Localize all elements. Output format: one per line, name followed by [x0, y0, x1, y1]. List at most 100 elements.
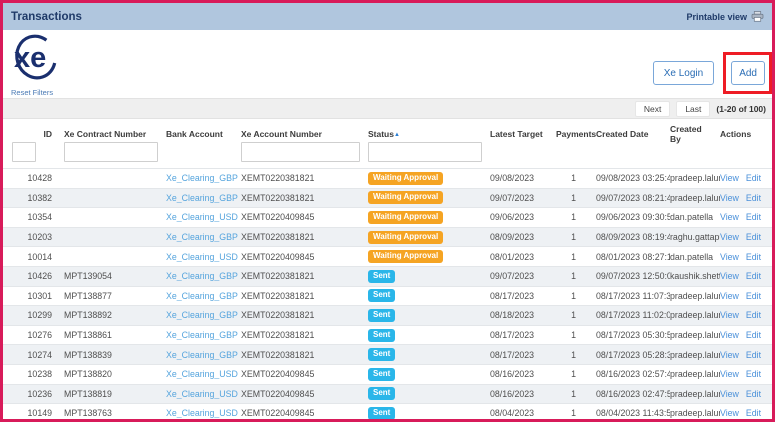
bank-account-link[interactable]: Xe_Clearing_GBP: [166, 330, 238, 340]
cell-created-date: 08/17/2023 11:07:37: [590, 291, 670, 301]
bank-account-link[interactable]: Xe_Clearing_USD: [166, 408, 238, 418]
next-page-button[interactable]: Next: [635, 101, 670, 117]
bank-account-link[interactable]: Xe_Clearing_GBP: [166, 310, 238, 320]
view-link[interactable]: View: [720, 252, 739, 262]
pagination-bar: Next Last (1-20 of 100): [3, 98, 772, 119]
action-buttons: Xe Login Add: [653, 52, 772, 94]
cell-account-number: XEMT0220409845: [241, 252, 368, 262]
view-link[interactable]: View: [720, 310, 739, 320]
svg-text:xe: xe: [14, 42, 46, 74]
cell-id: 10203: [10, 232, 56, 242]
id-filter-input[interactable]: [12, 142, 36, 162]
account-filter-input[interactable]: [241, 142, 360, 162]
cell-account-number: XEMT0220381821: [241, 271, 368, 281]
edit-link[interactable]: Edit: [746, 389, 761, 399]
cell-payments: 1: [556, 291, 590, 301]
reset-filters-link[interactable]: Reset Filters: [11, 88, 53, 97]
view-link[interactable]: View: [720, 193, 739, 203]
bank-account-link[interactable]: Xe_Clearing_GBP: [166, 350, 238, 360]
table-row: 10426 MPT139054 Xe_Clearing_GBP XEMT0220…: [3, 266, 772, 286]
col-header-account[interactable]: Xe Account Number: [241, 129, 368, 139]
view-link[interactable]: View: [720, 173, 739, 183]
cell-id: 10301: [10, 291, 56, 301]
view-link[interactable]: View: [720, 232, 739, 242]
col-header-latest-target[interactable]: Latest Target: [490, 129, 556, 139]
bank-account-link[interactable]: Xe_Clearing_USD: [166, 369, 238, 379]
edit-link[interactable]: Edit: [746, 291, 761, 301]
cell-latest-target: 08/18/2023: [490, 310, 556, 320]
cell-created-by: dan.patella: [670, 212, 720, 222]
bank-account-link[interactable]: Xe_Clearing_USD: [166, 389, 238, 399]
col-header-contract[interactable]: Xe Contract Number: [56, 129, 166, 139]
table-header: ID Xe Contract Number Bank Account Xe Ac…: [3, 124, 772, 142]
add-button[interactable]: Add: [731, 61, 765, 85]
edit-link[interactable]: Edit: [746, 310, 761, 320]
bank-account-link[interactable]: Xe_Clearing_GBP: [166, 232, 238, 242]
cell-created-date: 08/01/2023 08:27:12: [590, 252, 670, 262]
view-link[interactable]: View: [720, 369, 739, 379]
edit-link[interactable]: Edit: [746, 212, 761, 222]
status-badge: Sent: [368, 348, 395, 361]
bank-account-link[interactable]: Xe_Clearing_GBP: [166, 173, 238, 183]
xe-logo-icon: xe: [11, 33, 59, 85]
cell-id: 10149: [10, 408, 56, 418]
pagination-range: (1-20 of 100): [716, 104, 766, 114]
edit-link[interactable]: Edit: [746, 232, 761, 242]
view-link[interactable]: View: [720, 408, 739, 418]
top-section: xe Reset Filters Xe Login Add: [3, 30, 772, 98]
cell-payments: 1: [556, 212, 590, 222]
status-badge: Waiting Approval: [368, 250, 443, 263]
cell-created-date: 08/17/2023 11:02:08: [590, 310, 670, 320]
contract-filter-input[interactable]: [64, 142, 158, 162]
bank-account-link[interactable]: Xe_Clearing_GBP: [166, 193, 238, 203]
status-badge: Sent: [368, 387, 395, 400]
view-link[interactable]: View: [720, 271, 739, 281]
status-badge: Waiting Approval: [368, 211, 443, 224]
cell-created-date: 08/04/2023 11:43:59: [590, 408, 670, 418]
cell-id: 10276: [10, 330, 56, 340]
edit-link[interactable]: Edit: [746, 369, 761, 379]
col-header-payments[interactable]: Payments: [556, 129, 590, 139]
view-link[interactable]: View: [720, 350, 739, 360]
col-header-created-date[interactable]: Created Date: [590, 129, 670, 139]
cell-created-date: 08/16/2023 02:57:40: [590, 369, 670, 379]
printable-view-button[interactable]: Printable view: [686, 11, 764, 22]
status-badge: Sent: [368, 270, 395, 283]
bank-account-link[interactable]: Xe_Clearing_USD: [166, 252, 238, 262]
col-header-bank[interactable]: Bank Account: [166, 129, 241, 139]
table-row: 10299 MPT138892 Xe_Clearing_GBP XEMT0220…: [3, 305, 772, 325]
cell-latest-target: 08/16/2023: [490, 389, 556, 399]
status-badge: Waiting Approval: [368, 191, 443, 204]
col-header-created-by[interactable]: Created By: [670, 124, 720, 144]
cell-latest-target: 08/01/2023: [490, 252, 556, 262]
annotation-highlight-box: Add: [723, 52, 772, 94]
table-body: 10428 Xe_Clearing_GBP XEMT0220381821 Wai…: [3, 168, 772, 422]
edit-link[interactable]: Edit: [746, 173, 761, 183]
col-header-id[interactable]: ID: [10, 129, 56, 139]
edit-link[interactable]: Edit: [746, 408, 761, 418]
edit-link[interactable]: Edit: [746, 350, 761, 360]
cell-created-by: pradeep.lalung: [670, 310, 720, 320]
status-filter-input[interactable]: [368, 142, 482, 162]
view-link[interactable]: View: [720, 212, 739, 222]
cell-payments: 1: [556, 330, 590, 340]
view-link[interactable]: View: [720, 389, 739, 399]
edit-link[interactable]: Edit: [746, 252, 761, 262]
col-header-status[interactable]: Status▲: [368, 129, 490, 139]
bank-account-link[interactable]: Xe_Clearing_USD: [166, 212, 238, 222]
cell-payments: 1: [556, 389, 590, 399]
app-window: Transactions Printable view xe Reset Fil…: [0, 0, 775, 422]
edit-link[interactable]: Edit: [746, 330, 761, 340]
cell-account-number: XEMT0220381821: [241, 173, 368, 183]
xe-login-button[interactable]: Xe Login: [653, 61, 714, 85]
view-link[interactable]: View: [720, 291, 739, 301]
cell-created-date: 09/07/2023 12:50:08: [590, 271, 670, 281]
cell-latest-target: 08/17/2023: [490, 350, 556, 360]
edit-link[interactable]: Edit: [746, 271, 761, 281]
bank-account-link[interactable]: Xe_Clearing_GBP: [166, 291, 238, 301]
cell-id: 10428: [10, 173, 56, 183]
bank-account-link[interactable]: Xe_Clearing_GBP: [166, 271, 238, 281]
edit-link[interactable]: Edit: [746, 193, 761, 203]
last-page-button[interactable]: Last: [676, 101, 710, 117]
view-link[interactable]: View: [720, 330, 739, 340]
